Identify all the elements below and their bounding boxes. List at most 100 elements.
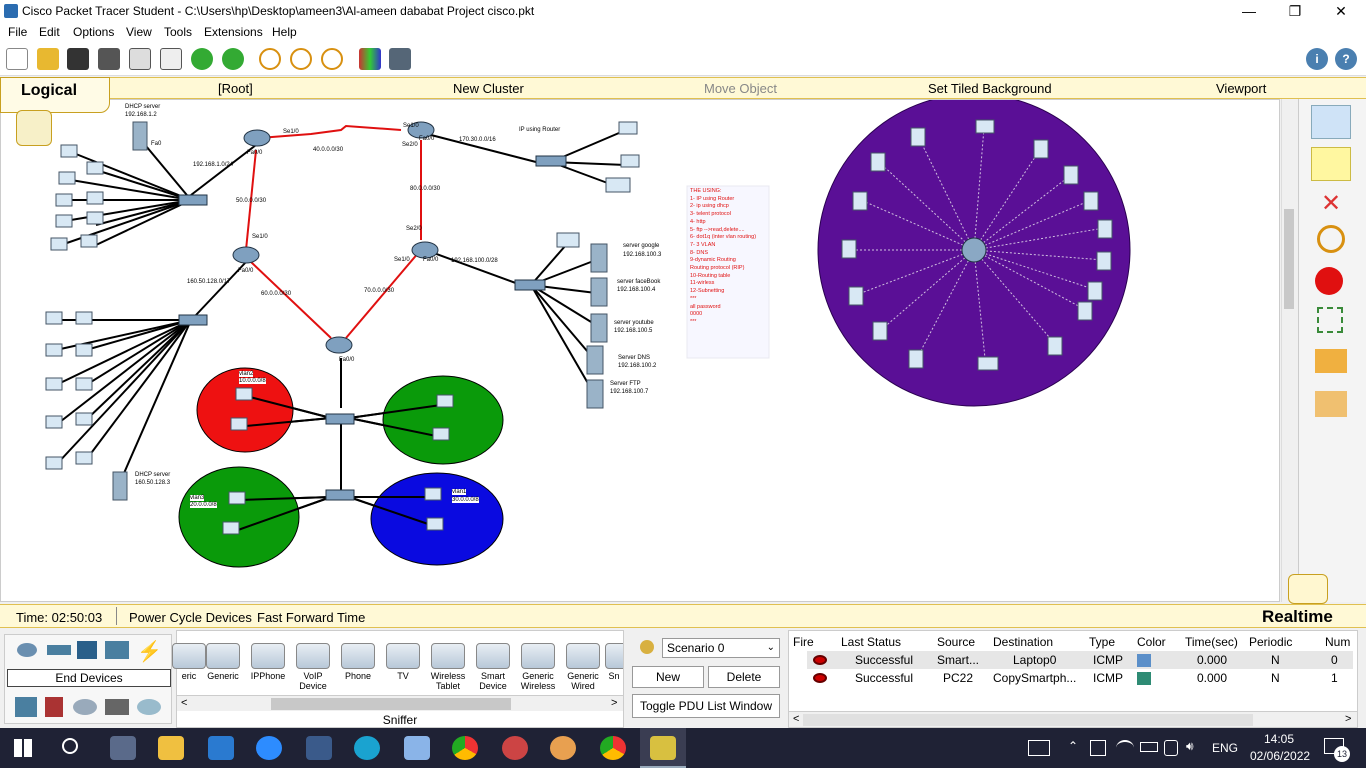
volume-icon[interactable]: 🔊︎ [1186,739,1194,754]
menu-options[interactable]: Options [73,25,114,39]
wan-emulation-category-icon[interactable] [73,699,97,715]
language-indicator[interactable]: ENG [1212,741,1238,755]
scrollbar-thumb[interactable] [1284,209,1294,309]
activity-wizard-icon[interactable] [129,48,151,70]
menu-edit[interactable]: Edit [39,25,60,39]
logical-tab[interactable]: Logical [0,77,110,113]
add-simple-pdu-icon[interactable] [1315,349,1347,373]
custom-device-icon[interactable] [389,48,411,70]
calculator-icon[interactable] [306,736,332,760]
chrome-profile-icon[interactable] [600,736,626,760]
menu-file[interactable]: File [8,25,27,39]
pdu-table-scrollbar[interactable]: < > [789,711,1357,727]
hubs-category-icon[interactable] [77,641,97,659]
device-item[interactable]: Generic Wired [563,643,603,691]
new-icon[interactable] [6,48,28,70]
scroll-right-icon[interactable]: > [611,697,617,709]
device-item[interactable]: Phone [338,643,378,681]
chevron-up-icon[interactable]: ⌃ [1068,739,1078,753]
battery-icon[interactable] [1140,742,1158,752]
device-item[interactable]: Generic Wireless [518,643,558,691]
new-cluster-button[interactable]: New Cluster [453,81,524,96]
new-scenario-button[interactable]: New [632,666,704,688]
wifi-icon[interactable] [1116,740,1134,756]
palette-icon[interactable] [359,48,381,70]
move-object-button[interactable]: Move Object [704,81,777,96]
zoom-in-icon[interactable] [259,48,281,70]
print-icon[interactable] [98,48,120,70]
menu-tools[interactable]: Tools [164,25,192,39]
copy-icon[interactable] [160,48,182,70]
select-icon[interactable] [1311,105,1351,139]
packet-tracer-taskbar-button[interactable] [640,728,686,768]
zoom-reset-icon[interactable] [290,48,312,70]
save-icon[interactable] [67,48,89,70]
device-item[interactable]: Generic [203,643,243,681]
table-row[interactable]: Successful Smart... Laptop0 ICMP 0.000 N… [807,651,1353,669]
restore-button[interactable]: ❐ [1272,0,1318,23]
fast-forward-button[interactable]: Fast Forward Time [257,610,365,625]
scroll-left-icon[interactable]: < [793,713,799,725]
mail-icon[interactable] [208,736,234,760]
menu-extensions[interactable]: Extensions [204,25,263,39]
switches-category-icon[interactable] [47,645,71,655]
device-item[interactable]: TV [383,643,423,681]
custom-category-icon[interactable] [105,699,129,715]
fire-icon[interactable] [813,673,827,683]
viewport-button[interactable]: Viewport [1216,81,1266,96]
realtime-clock-icon[interactable] [1288,574,1328,604]
edge-icon[interactable] [354,736,380,760]
connections-category-icon[interactable]: ⚡ [137,639,162,663]
chrome-icon[interactable] [452,736,478,760]
delete-icon[interactable]: ✕ [1311,187,1351,221]
keyboard-icon[interactable] [1028,740,1050,756]
redo-icon[interactable] [222,48,244,70]
device-item[interactable]: Smart Device [473,643,513,691]
defender-icon[interactable] [1090,740,1106,756]
scroll-left-icon[interactable]: < [181,697,187,709]
toggle-pdu-list-button[interactable]: Toggle PDU List Window [632,694,780,718]
zoom-out-icon[interactable] [321,48,343,70]
close-button[interactable]: ✕ [1318,0,1364,23]
paint-icon[interactable] [550,736,576,760]
device-item[interactable]: Sn [605,643,623,681]
device-list-scrollbar[interactable]: < > [177,695,623,711]
help-icon[interactable]: ? [1335,48,1357,70]
location-icon[interactable] [1164,740,1178,756]
set-tiled-background-button[interactable]: Set Tiled Background [928,81,1052,96]
menu-view[interactable]: View [126,25,152,39]
info-icon[interactable]: i [1306,48,1328,70]
logical-view-icon[interactable] [16,110,52,146]
undo-icon[interactable] [191,48,213,70]
inspect-icon[interactable] [1317,225,1345,253]
routers-category-icon[interactable] [17,643,37,657]
power-cycle-button[interactable]: Power Cycle Devices [129,610,252,625]
note-icon[interactable] [1311,147,1351,181]
multiuser-category-icon[interactable] [137,699,161,715]
draw-shape-icon[interactable] [1315,267,1343,295]
device-item[interactable]: Wireless Tablet [428,643,468,691]
security-category-icon[interactable] [45,697,63,717]
3d-viewer-icon[interactable] [404,736,430,760]
device-item[interactable]: IPPhone [248,643,288,681]
table-row[interactable]: Successful PC22 CopySmartph... ICMP 0.00… [807,669,1353,687]
menu-help[interactable]: Help [272,25,297,39]
delete-scenario-button[interactable]: Delete [708,666,780,688]
clock-time[interactable]: 14:05 [1264,732,1294,746]
minimize-button[interactable]: — [1226,0,1272,23]
scenario-select[interactable]: Scenario 0 ⌄ [662,638,780,658]
logical-workspace[interactable]: DHCP server 192.168.1.2 192.168.1.0/24 4… [0,99,1280,602]
scrollbar-thumb[interactable] [271,698,511,710]
device-item[interactable]: VoIP Device [293,643,333,691]
search-icon[interactable] [62,738,78,754]
fire-icon[interactable] [813,655,827,665]
root-breadcrumb[interactable]: [Root] [218,81,253,96]
vertical-scrollbar[interactable] [1281,99,1297,602]
open-icon[interactable] [37,48,59,70]
task-view-icon[interactable] [110,736,136,760]
scenario-info-icon[interactable] [640,640,654,654]
wireless-category-icon[interactable] [105,641,129,659]
resize-icon[interactable] [1317,307,1343,333]
file-explorer-icon[interactable] [158,736,184,760]
scrollbar-thumb[interactable] [803,714,1253,726]
